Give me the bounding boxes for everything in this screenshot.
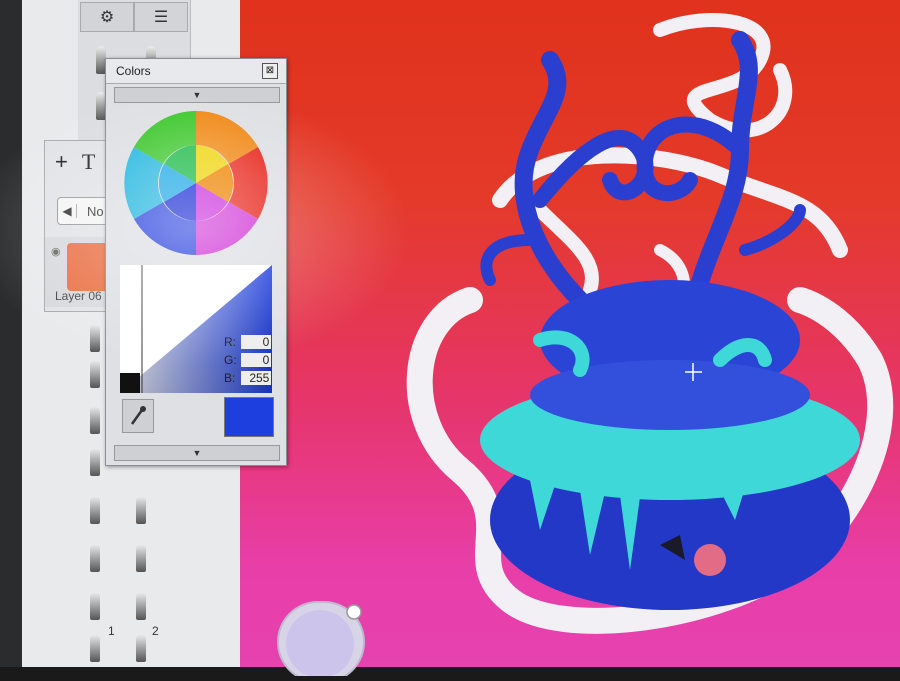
chevron-down-icon: ▼ bbox=[192, 90, 202, 100]
brush-tool[interactable] bbox=[84, 316, 106, 352]
rgb-blue: B: 255 bbox=[224, 371, 274, 385]
brush-tool[interactable] bbox=[84, 488, 106, 524]
brush-tool[interactable] bbox=[130, 488, 152, 524]
brush-tool[interactable] bbox=[84, 584, 106, 620]
stack-icon[interactable]: ☰ bbox=[134, 2, 188, 32]
smoke-swirl-mid bbox=[492, 147, 848, 258]
drawing-canvas[interactable] bbox=[240, 0, 900, 667]
creature-face bbox=[530, 360, 810, 430]
brush-number: 2 bbox=[152, 624, 159, 638]
brush-tool[interactable] bbox=[130, 536, 152, 572]
berry-cluster bbox=[694, 544, 726, 576]
rgb-green-label: G: bbox=[224, 353, 237, 367]
colors-panel: Colors ⊠ ▼ R: 0 G: 0 B: 255 ▼ bbox=[105, 58, 287, 466]
antler-branch-right bbox=[739, 204, 806, 256]
rgb-red: R: 0 bbox=[224, 335, 274, 349]
layer-name: Layer 06 bbox=[55, 289, 102, 303]
brush-tool[interactable] bbox=[130, 626, 152, 662]
brush-tool[interactable] bbox=[84, 626, 106, 662]
brush-tool[interactable] bbox=[84, 536, 106, 572]
text-layer-icon[interactable]: T bbox=[82, 149, 95, 175]
chevron-down-icon: ▼ bbox=[192, 448, 202, 458]
eyedropper-icon bbox=[130, 406, 146, 425]
brush-tool[interactable] bbox=[84, 398, 106, 434]
add-layer-icon[interactable]: + bbox=[55, 149, 68, 175]
rgb-blue-label: B: bbox=[224, 371, 236, 385]
brush-tool[interactable] bbox=[84, 440, 106, 476]
round-tool-button[interactable] bbox=[270, 596, 370, 681]
monitor-bezel bbox=[0, 0, 22, 667]
close-icon[interactable]: ⊠ bbox=[262, 63, 278, 79]
rgb-blue-value[interactable]: 255 bbox=[241, 371, 272, 385]
eye-icon[interactable]: ◉ bbox=[51, 245, 61, 258]
eyedropper-button[interactable] bbox=[122, 399, 154, 433]
brush-tool[interactable] bbox=[84, 352, 106, 388]
colors-panel-title: Colors bbox=[116, 64, 151, 78]
brush-number: 1 bbox=[108, 624, 115, 638]
rgb-red-value[interactable]: 0 bbox=[241, 335, 272, 349]
antler-branch-left bbox=[480, 234, 536, 286]
chevron-left-icon[interactable]: ◀ bbox=[58, 204, 77, 218]
rgb-green-value[interactable]: 0 bbox=[241, 353, 272, 367]
color-wheel[interactable] bbox=[120, 107, 272, 259]
colors-panel-titlebar[interactable]: Colors ⊠ bbox=[106, 59, 286, 84]
collapse-bottom-bar[interactable]: ▼ bbox=[114, 445, 280, 461]
artwork bbox=[406, 13, 894, 634]
sliders-icon[interactable]: ⚙ bbox=[80, 2, 134, 32]
smoke-swirl-top bbox=[653, 13, 793, 138]
brush-tool[interactable] bbox=[130, 584, 152, 620]
current-color-swatch[interactable] bbox=[224, 397, 274, 437]
blend-mode-value: No bbox=[87, 203, 104, 219]
collapse-top-bar[interactable]: ▼ bbox=[114, 87, 280, 103]
rgb-green: G: 0 bbox=[224, 353, 274, 367]
rgb-red-label: R: bbox=[224, 335, 236, 349]
